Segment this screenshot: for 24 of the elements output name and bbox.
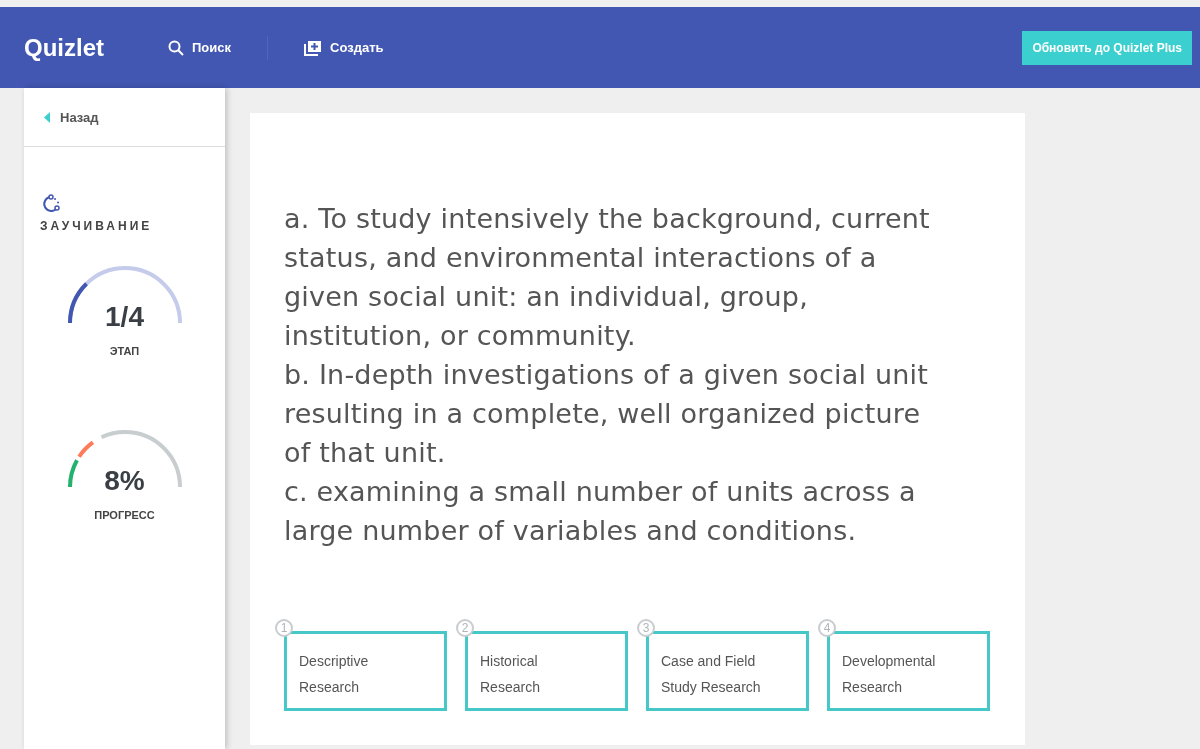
add-cards-icon (304, 39, 323, 56)
definition-text: a. To study intensively the background, current status, and environmental interactions of a given social unit: an individual, group, institution, or community. (284, 202, 931, 353)
create-link[interactable]: Создать (304, 39, 384, 56)
answer-option[interactable]: Case and Field Study Research (646, 631, 809, 711)
stage-label: ЭТАП (109, 345, 140, 357)
definition-text: b. In-depth investigations of a given social unit resulting in a complete, well organized picture of that unit. (284, 358, 930, 470)
search-icon (168, 39, 184, 56)
progress-label: ПРОГРЕСС (94, 509, 155, 521)
back-arrow-icon (44, 111, 50, 123)
option-number: 1 (275, 619, 293, 637)
learn-mode-icon (40, 193, 62, 215)
stage-value: 1/4 (105, 301, 144, 333)
progress-value: 8% (104, 465, 145, 497)
option-number: 3 (637, 619, 655, 637)
back-link[interactable]: Назад (24, 88, 225, 147)
definition-text: c. examining a small number of units across a large number of variables and conditions. (284, 475, 917, 548)
answer-option[interactable]: Historical Research (465, 631, 628, 711)
option-number: 4 (818, 619, 836, 637)
search-link[interactable]: Поиск (168, 39, 232, 56)
logo[interactable]: Quizlet (24, 33, 104, 62)
answer-option[interactable]: Developmental Research (827, 631, 990, 711)
answer-option[interactable]: Descriptive Research (284, 631, 447, 711)
option-number: 2 (456, 619, 474, 637)
mode-label: ЗАУЧИВАНИЕ (40, 219, 153, 233)
